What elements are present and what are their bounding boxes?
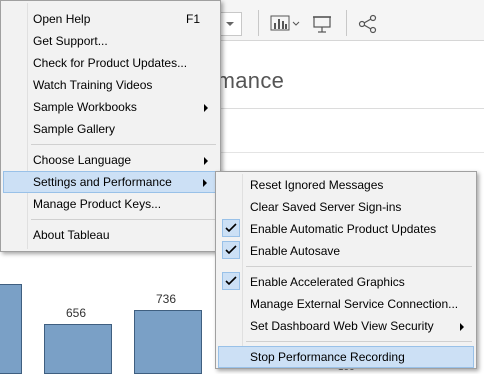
menu-item-label: Sample Gallery: [33, 122, 116, 136]
submenu-arrow-icon: [204, 104, 208, 112]
divider: [215, 108, 484, 109]
share-icon[interactable]: [358, 14, 380, 34]
menu-item-enable-accelerated-graphics[interactable]: Enable Accelerated Graphics: [218, 271, 474, 293]
menu-item-enable-autosave[interactable]: Enable Autosave: [218, 240, 474, 262]
show-me-chart-icon[interactable]: [270, 14, 300, 34]
menu-item-label: Open Help: [33, 12, 91, 26]
settings-performance-submenu: Reset Ignored Messages Clear Saved Serve…: [215, 171, 477, 369]
menu-separator: [31, 144, 216, 145]
menu-item-training-videos[interactable]: Watch Training Videos: [3, 74, 218, 96]
bar-data-label: 736: [156, 292, 177, 306]
checkmark-icon: [222, 219, 240, 237]
toolbar-separator: [258, 10, 259, 36]
bar-data-label: 656: [66, 306, 87, 320]
menu-item-label: Enable Automatic Product Updates: [250, 222, 437, 236]
menu-item-sample-workbooks[interactable]: Sample Workbooks: [3, 96, 218, 118]
menu-separator: [246, 341, 472, 342]
menu-item-stop-performance-recording[interactable]: Stop Performance Recording: [218, 346, 474, 368]
menu-item-check-updates[interactable]: Check for Product Updates...: [3, 52, 218, 74]
menu-separator: [31, 219, 216, 220]
menu-item-label: Clear Saved Server Sign-ins: [250, 200, 402, 214]
chart-bar[interactable]: [44, 324, 112, 374]
menu-item-label: Sample Workbooks: [33, 100, 137, 114]
menu-item-label: Choose Language: [33, 153, 132, 167]
menu-item-sample-gallery[interactable]: Sample Gallery: [3, 118, 218, 140]
menu-item-label: Enable Accelerated Graphics: [250, 275, 405, 289]
submenu-arrow-icon: [203, 179, 207, 187]
toolbar-separator: [346, 10, 347, 36]
menu-item-label: Settings and Performance: [33, 175, 172, 189]
menu-item-clear-server-signins[interactable]: Clear Saved Server Sign-ins: [218, 196, 474, 218]
menu-item-web-view-security[interactable]: Set Dashboard Web View Security: [218, 315, 474, 337]
chart-bar[interactable]: [0, 284, 22, 374]
menu-item-label: Watch Training Videos: [33, 78, 153, 92]
menu-item-label: Enable Autosave: [250, 244, 341, 258]
divider: [215, 152, 484, 153]
submenu-arrow-icon: [204, 157, 208, 165]
submenu-arrow-icon: [460, 323, 464, 331]
presentation-mode-icon[interactable]: [312, 14, 334, 34]
menu-item-about-tableau[interactable]: About Tableau: [3, 224, 218, 246]
menu-item-label: Manage Product Keys...: [33, 197, 162, 211]
menu-item-manage-keys[interactable]: Manage Product Keys...: [3, 193, 218, 215]
menu-item-label: Get Support...: [33, 34, 108, 48]
menu-item-label: Manage External Service Connection...: [250, 297, 459, 311]
menu-item-enable-auto-updates[interactable]: Enable Automatic Product Updates: [218, 218, 474, 240]
menu-item-settings-performance[interactable]: Settings and Performance: [3, 171, 218, 193]
menu-item-label: About Tableau: [33, 228, 110, 242]
chevron-down-icon: [226, 22, 234, 26]
help-menu: Open Help F1 Get Support... Check for Pr…: [0, 0, 221, 252]
menu-item-choose-language[interactable]: Choose Language: [3, 149, 218, 171]
menu-item-shortcut: F1: [185, 12, 200, 26]
menu-item-reset-ignored-messages[interactable]: Reset Ignored Messages: [218, 174, 474, 196]
menu-item-label: Stop Performance Recording: [250, 350, 405, 364]
menu-item-open-help[interactable]: Open Help F1: [3, 8, 218, 30]
checkmark-icon: [222, 241, 240, 259]
menu-item-label: Check for Product Updates...: [33, 56, 188, 70]
chart-bar[interactable]: [134, 310, 202, 374]
checkmark-icon: [222, 272, 240, 290]
menu-item-label: Reset Ignored Messages: [250, 178, 384, 192]
menu-item-get-support[interactable]: Get Support...: [3, 30, 218, 52]
menu-separator: [246, 266, 472, 267]
menu-item-label: Set Dashboard Web View Security: [250, 319, 434, 333]
menu-item-manage-external-service[interactable]: Manage External Service Connection...: [218, 293, 474, 315]
toolbar-dropdown[interactable]: [218, 12, 242, 36]
